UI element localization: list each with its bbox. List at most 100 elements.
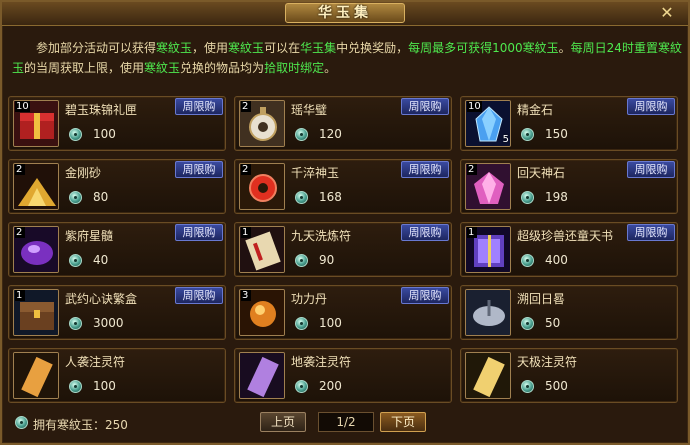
jade-coin-icon <box>295 128 308 141</box>
weekly-limit-badge: 周限购 <box>175 287 223 304</box>
item-name: 紫府星髓 <box>65 229 114 243</box>
jade-coin-icon <box>521 317 534 330</box>
item-price-value: 50 <box>545 316 561 330</box>
item-price-value: 3000 <box>93 316 124 330</box>
jade-coin-icon <box>69 191 82 204</box>
purple-essence-icon: 2 <box>13 226 59 273</box>
purple-talisman-icon <box>239 352 285 399</box>
item-name: 金刚砂 <box>65 166 102 180</box>
golden-pill-icon: 3 <box>239 289 285 336</box>
item-quantity: 1 <box>15 290 25 301</box>
item-name: 地袭注灵符 <box>291 355 352 369</box>
weekly-limit-badge: 周限购 <box>401 287 449 304</box>
item-name: 回天神石 <box>517 166 566 180</box>
info-text-part: 的当周获取上限，使用 <box>24 61 145 75</box>
owned-currency-label: 拥有寒紋玉：250 <box>33 418 128 432</box>
item-card[interactable]: 2 瑶华璧 周限购 120 <box>234 96 452 151</box>
item-price-value: 400 <box>545 253 568 267</box>
item-name: 溯回日晷 <box>517 292 566 306</box>
item-price-value: 100 <box>319 316 342 330</box>
item-stack-count: 5 <box>502 134 509 145</box>
currency-highlight: 寒紋玉 <box>144 61 181 75</box>
jade-coin-icon <box>69 254 82 267</box>
bind-rule-highlight: 拾取时绑定 <box>264 61 325 75</box>
treasure-chest-icon: 1 <box>13 289 59 336</box>
weekly-limit-badge: 周限购 <box>401 161 449 178</box>
info-text-part: 。 <box>324 61 337 75</box>
item-card[interactable]: 2 金刚砂 周限购 80 <box>8 159 226 214</box>
item-quantity: 2 <box>467 164 477 175</box>
info-text-part: 中兑换奖励， <box>336 41 409 55</box>
sundial-icon <box>465 289 511 336</box>
item-name: 超级珍兽还童天书 <box>517 229 614 243</box>
item-quantity: 1 <box>241 227 251 238</box>
red-ring-jade-icon: 2 <box>239 163 285 210</box>
weekly-limit-badge: 周限购 <box>627 161 675 178</box>
item-price-value: 90 <box>319 253 335 267</box>
weekly-limit-badge: 周限购 <box>401 98 449 115</box>
item-quantity: 2 <box>241 101 251 112</box>
item-name: 精金石 <box>517 103 554 117</box>
item-name: 千淬神玉 <box>291 166 340 180</box>
item-price-value: 168 <box>319 190 342 204</box>
info-text-part: 参加部分活动可以获得 <box>36 41 157 55</box>
info-text: 参加部分活动可以获得寒紋玉，使用寒紋玉可以在华玉集中兑换奖励，每周最多可获得10… <box>12 38 684 88</box>
gold-sand-icon: 2 <box>13 163 59 210</box>
item-quantity: 2 <box>15 164 25 175</box>
item-price-value: 100 <box>93 127 116 141</box>
item-card[interactable]: 10 碧玉珠锦礼匣 周限购 100 <box>8 96 226 151</box>
item-quantity: 2 <box>241 164 251 175</box>
jade-disc-icon: 2 <box>239 100 285 147</box>
weekly-limit-highlight: 每周最多可获得1000寒紋玉 <box>408 41 559 55</box>
item-card[interactable]: 天极注灵符 500 <box>460 348 678 403</box>
window-title: 华玉集 <box>285 3 405 23</box>
item-name: 功力丹 <box>291 292 328 306</box>
item-card[interactable]: 3 功力丹 周限购 100 <box>234 285 452 340</box>
item-card[interactable]: 1 超级珍兽还童天书 周限购 400 <box>460 222 678 277</box>
jade-coin-icon <box>295 191 308 204</box>
item-price-value: 200 <box>319 379 342 393</box>
jade-coin-icon <box>521 254 534 267</box>
item-quantity: 2 <box>15 227 25 238</box>
jade-coin-icon <box>521 380 534 393</box>
jade-coin-icon <box>295 317 308 330</box>
item-price-value: 80 <box>93 190 109 204</box>
item-price-value: 150 <box>545 127 568 141</box>
item-card[interactable]: 2 千淬神玉 周限购 168 <box>234 159 452 214</box>
collection-highlight: 华玉集 <box>300 41 337 55</box>
item-card[interactable]: 溯回日晷 50 <box>460 285 678 340</box>
red-gift-box-icon: 10 <box>13 100 59 147</box>
item-card[interactable]: 地袭注灵符 200 <box>234 348 452 403</box>
weekly-limit-badge: 周限购 <box>175 161 223 178</box>
item-card[interactable]: 1 九天洗炼符 周限购 90 <box>234 222 452 277</box>
item-price-value: 500 <box>545 379 568 393</box>
item-card[interactable]: 2 回天神石 周限购 198 <box>460 159 678 214</box>
pink-gem-icon: 2 <box>465 163 511 210</box>
info-text-part: 可以在 <box>264 41 301 55</box>
close-button[interactable]: ✕ <box>658 4 676 22</box>
item-name: 碧玉珠锦礼匣 <box>65 103 138 117</box>
item-card[interactable]: 10 5 精金石 周限购 150 <box>460 96 678 151</box>
item-price-value: 198 <box>545 190 568 204</box>
info-text-part: ，使用 <box>192 41 229 55</box>
orange-talisman-icon <box>13 352 59 399</box>
jade-coin-icon <box>295 380 308 393</box>
info-text-part: 兑换的物品均为 <box>180 61 265 75</box>
item-price-value: 100 <box>93 379 116 393</box>
currency-highlight: 寒紋玉 <box>228 41 265 55</box>
item-quantity: 10 <box>467 101 482 112</box>
weekly-limit-badge: 周限购 <box>627 224 675 241</box>
reset-time-highlight: 每周日24时重置 <box>570 41 658 55</box>
weekly-limit-badge: 周限购 <box>175 98 223 115</box>
item-quantity: 3 <box>241 290 251 301</box>
jade-coin-icon <box>69 128 82 141</box>
item-card[interactable]: 2 紫府星髓 周限购 40 <box>8 222 226 277</box>
jade-coin-icon <box>69 380 82 393</box>
item-card[interactable]: 1 武约心诀繁盒 周限购 3000 <box>8 285 226 340</box>
page-indicator: 1/2 <box>318 412 374 432</box>
prev-page-button[interactable]: 上页 <box>260 412 306 432</box>
next-page-button[interactable]: 下页 <box>380 412 426 432</box>
item-card[interactable]: 人袭注灵符 100 <box>8 348 226 403</box>
weekly-limit-badge: 周限购 <box>175 224 223 241</box>
title-bar[interactable]: 华玉集 ✕ <box>2 2 688 26</box>
